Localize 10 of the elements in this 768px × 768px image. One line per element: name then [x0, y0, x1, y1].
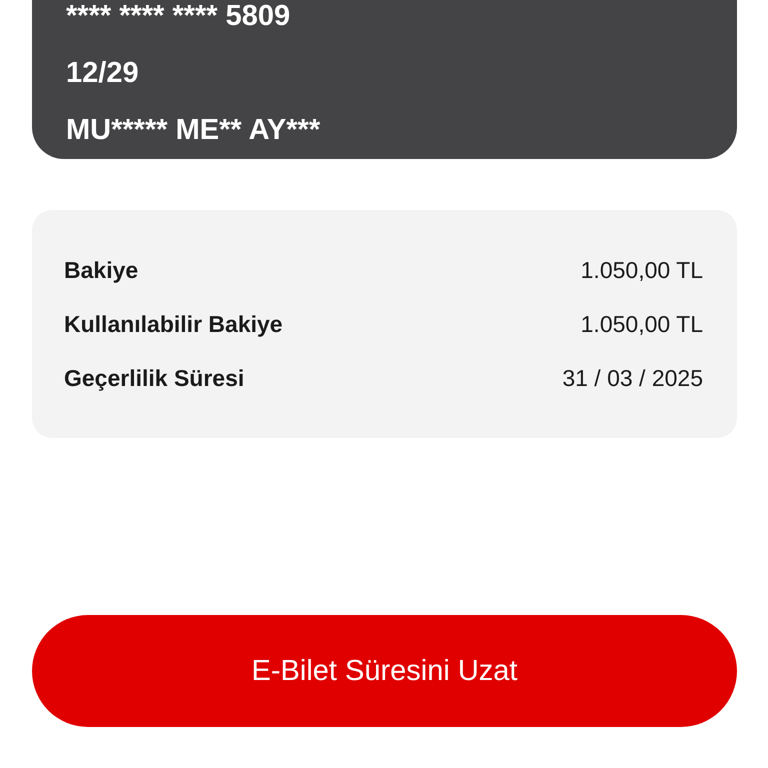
- balance-label: Bakiye: [64, 256, 138, 285]
- balance-value: 31 / 03 / 2025: [562, 364, 703, 393]
- balance-label: Geçerlilik Süresi: [64, 364, 244, 393]
- balance-value: 1.050,00 TL: [580, 256, 703, 285]
- extend-ticket-button[interactable]: E-Bilet Süresini Uzat: [32, 615, 737, 727]
- card-holder: MU***** ME** AY***: [66, 113, 320, 148]
- card-number: **** **** **** 5809: [66, 0, 290, 34]
- card-expiry: 12/29: [66, 56, 139, 91]
- balance-label: Kullanılabilir Bakiye: [64, 310, 283, 339]
- balance-value: 1.050,00 TL: [580, 310, 703, 339]
